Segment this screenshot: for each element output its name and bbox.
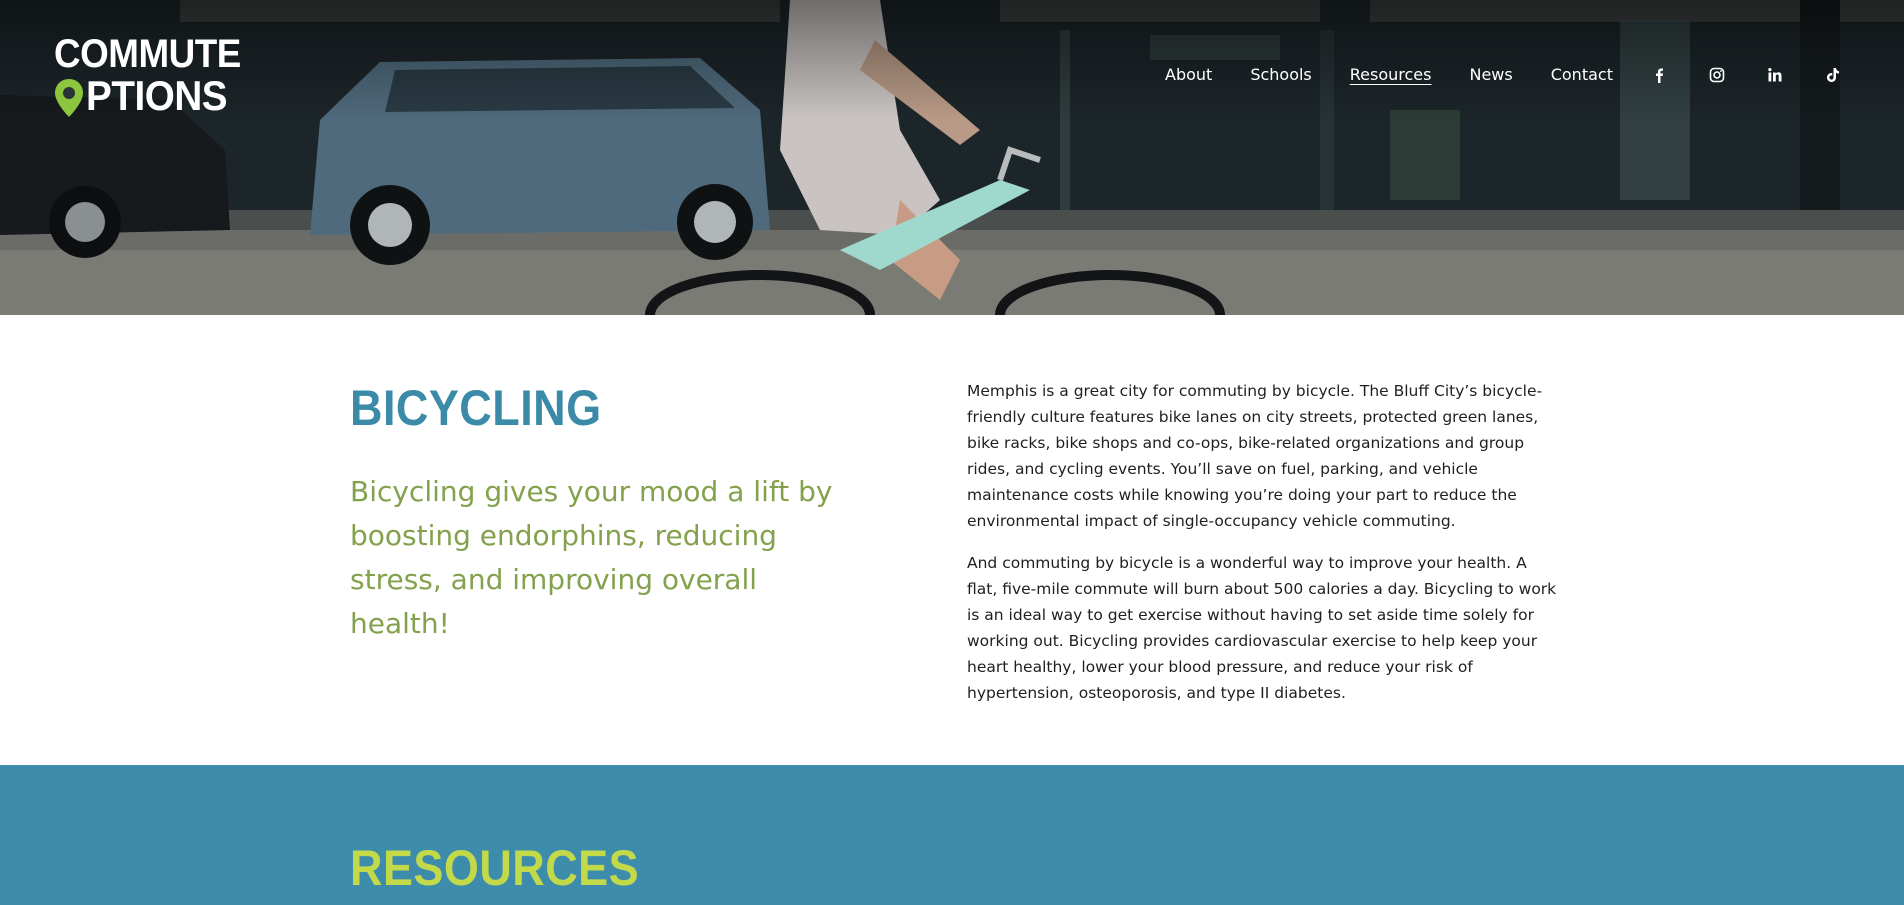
logo-line2: PTIONS — [54, 74, 234, 118]
commute-options-logo[interactable]: COMMUTE PTIONS — [54, 34, 241, 118]
social-links — [1648, 64, 1880, 86]
intro-paragraph-1: Memphis is a great city for commuting by… — [967, 382, 1543, 530]
tiktok-icon[interactable] — [1822, 64, 1844, 86]
instagram-icon[interactable] — [1706, 64, 1728, 86]
hero-banner: COMMUTE PTIONS About Schools Resources N… — [0, 0, 1904, 315]
nav-about[interactable]: About — [1165, 64, 1212, 86]
nav-contact[interactable]: Contact — [1551, 64, 1613, 86]
intro-paragraph-2: And commuting by bicycle is a wonderful … — [967, 554, 1557, 702]
main-nav: About Schools Resources News Contact — [1165, 64, 1651, 86]
tagline: Bicycling gives your mood a lift by boos… — [350, 475, 833, 640]
map-pin-icon — [55, 79, 83, 117]
nav-news[interactable]: News — [1469, 64, 1512, 86]
intro-body: Memphis is a great city for commuting by… — [967, 378, 1557, 722]
resources-heading: RESOURCES — [350, 840, 640, 896]
hero-shade — [0, 0, 1904, 120]
resources-section: RESOURCES — [0, 765, 1904, 905]
logo-line1: COMMUTE — [54, 32, 241, 76]
facebook-icon[interactable] — [1648, 64, 1670, 86]
logo-line2-text: PTIONS — [86, 72, 228, 119]
page-title: BICYCLING — [350, 380, 602, 436]
linkedin-icon[interactable] — [1764, 64, 1786, 86]
nav-schools[interactable]: Schools — [1250, 64, 1311, 86]
nav-resources[interactable]: Resources — [1350, 64, 1432, 86]
